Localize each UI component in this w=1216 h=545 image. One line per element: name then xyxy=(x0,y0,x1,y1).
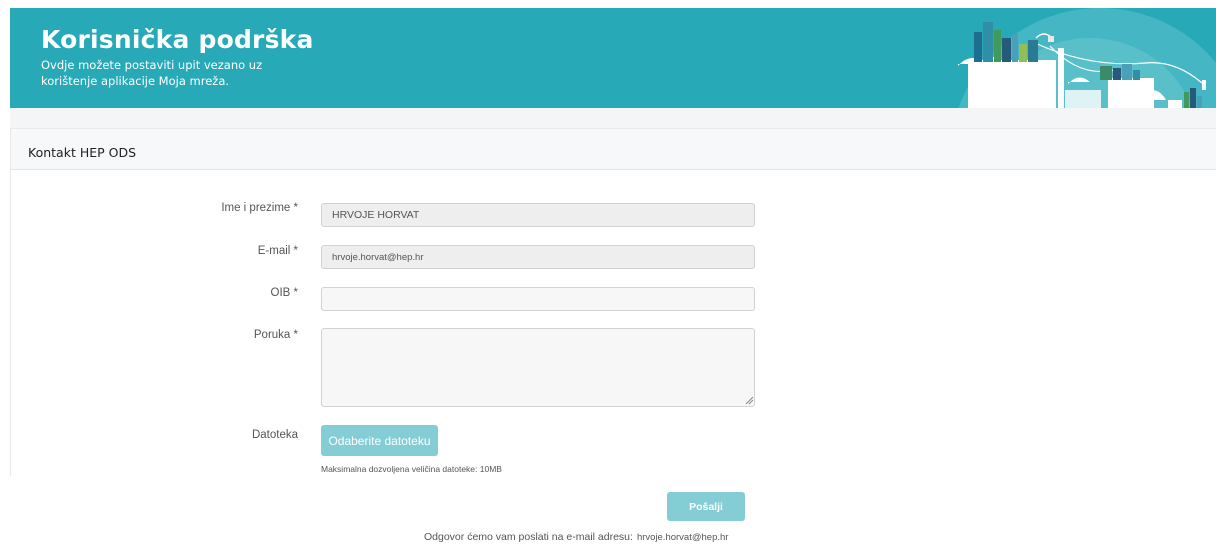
message-label: Poruka * xyxy=(253,329,298,341)
page-subtitle: Ovdje možete postaviti upit vezano uz ko… xyxy=(41,58,263,88)
send-button[interactable]: Pošalji xyxy=(667,492,745,521)
reply-email: hrvoje.horvat@hep.hr xyxy=(636,532,729,543)
header-separator xyxy=(10,108,1216,128)
reply-note: Odgovor ćemo vam poslati na e-mail adres… xyxy=(424,531,728,543)
name-label: Ime i prezime * xyxy=(221,202,298,214)
reply-text: Odgovor ćemo vam poslati na e-mail adres… xyxy=(424,531,633,543)
choose-file-button[interactable]: Odaberite datoteku xyxy=(321,425,438,456)
email-field[interactable] xyxy=(321,245,755,269)
email-label: E-mail * xyxy=(257,245,298,257)
name-field[interactable] xyxy=(321,203,755,227)
textarea-resize-grip-icon[interactable] xyxy=(745,396,754,405)
card-header: Kontakt HEP ODS xyxy=(11,128,1216,170)
page-title: Korisnička podrška xyxy=(41,25,314,54)
oib-field[interactable] xyxy=(321,287,755,311)
oib-label: OIB * xyxy=(270,287,298,299)
message-field[interactable] xyxy=(321,328,755,407)
page-banner: Korisnička podrška Ovdje možete postavit… xyxy=(10,8,1216,108)
city-power-network-illustration xyxy=(958,8,1216,108)
file-label: Datoteka xyxy=(251,429,298,441)
file-size-hint: Maksimalna dozvoljena veličina datoteke:… xyxy=(321,464,502,474)
card-title: Kontakt HEP ODS xyxy=(28,145,137,160)
